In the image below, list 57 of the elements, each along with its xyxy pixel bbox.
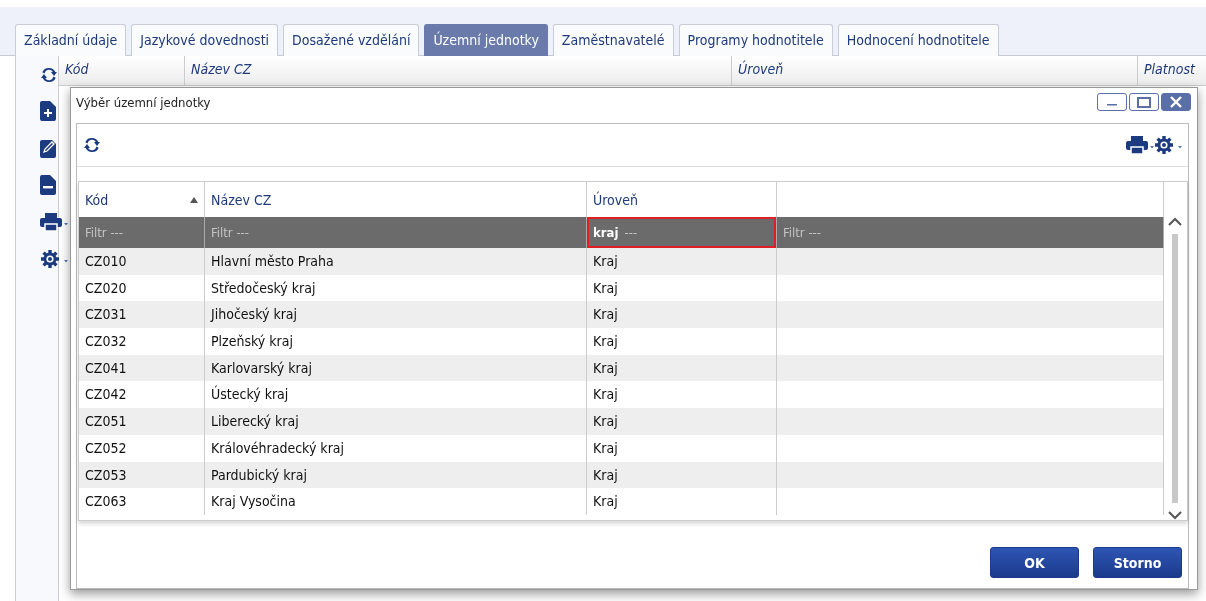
settings-icon[interactable] <box>1154 135 1182 155</box>
table-cell: CZ032 <box>79 328 205 355</box>
table-cell: Karlovarský kraj <box>205 354 587 382</box>
tab[interactable]: Územní jednotky <box>424 24 548 56</box>
maximize-icon <box>1137 96 1151 108</box>
table-cell: Kraj Vysočina <box>205 488 587 515</box>
table-cell: CZ041 <box>79 354 205 382</box>
tab[interactable]: Dosažené vzdělání <box>283 24 420 56</box>
table-cell: CZ052 <box>79 434 205 462</box>
add-document-icon[interactable] <box>40 101 56 121</box>
column-header[interactable]: Platnost <box>1138 56 1206 85</box>
scroll-down-icon[interactable] <box>1168 511 1182 520</box>
minimize-button[interactable] <box>1097 93 1127 111</box>
table-cell: Pardubický kraj <box>205 461 587 489</box>
column-header[interactable]: Kód <box>59 56 185 85</box>
table-cell: Liberecký kraj <box>205 408 587 435</box>
table-cell: Hlavní město Praha <box>205 248 587 275</box>
tab[interactable]: Programy hodnotitele <box>678 24 833 56</box>
dialog-title: Výběr územní jednotky <box>76 94 212 110</box>
table-cell: Kraj <box>587 461 777 489</box>
tab[interactable]: Hodnocení hodnotitele <box>837 24 999 56</box>
settings-icon[interactable] <box>40 249 68 269</box>
column-header[interactable]: Úroveň <box>732 56 1138 85</box>
print-icon[interactable] <box>1126 135 1154 155</box>
refresh-icon[interactable] <box>40 66 58 84</box>
refresh-icon[interactable] <box>83 136 101 154</box>
maximize-button[interactable] <box>1129 93 1159 111</box>
dialog-button[interactable]: Storno <box>1093 547 1182 578</box>
tab[interactable]: Jazykové dovednosti <box>131 24 279 56</box>
close-icon <box>1170 96 1182 108</box>
table-cell: Kraj <box>587 488 777 515</box>
filter-field[interactable]: kraj --- <box>587 217 777 248</box>
table-cell: Kraj <box>587 301 777 329</box>
table-cell: Kraj <box>587 354 777 382</box>
table-cell: Plzeňský kraj <box>205 328 587 355</box>
print-icon[interactable] <box>40 212 68 232</box>
remove-document-icon[interactable] <box>40 175 56 195</box>
tab[interactable]: Zaměstnavatelé <box>552 24 674 56</box>
table-cell: Kraj <box>587 434 777 462</box>
table-cell: CZ063 <box>79 488 205 515</box>
table-cell: Kraj <box>587 408 777 435</box>
edit-document-icon[interactable] <box>40 138 56 158</box>
tab[interactable]: Základní údaje <box>15 24 127 56</box>
table-cell: Kraj <box>587 248 777 275</box>
column-header[interactable]: Název CZ <box>185 56 732 85</box>
close-button[interactable] <box>1161 93 1191 111</box>
table-cell: CZ010 <box>79 248 205 275</box>
table-cell: Kraj <box>587 328 777 355</box>
table-cell: CZ031 <box>79 301 205 329</box>
table-cell: Královéhradecký kraj <box>205 434 587 462</box>
dialog-button[interactable]: OK <box>990 547 1079 578</box>
column-header[interactable]: Úroveň <box>587 182 777 217</box>
scrollbar-thumb[interactable] <box>1172 234 1178 503</box>
table-cell: CZ051 <box>79 408 205 435</box>
table-cell: Jihočeský kraj <box>205 301 587 329</box>
table-cell: CZ053 <box>79 461 205 489</box>
scroll-up-icon[interactable] <box>1168 217 1182 226</box>
